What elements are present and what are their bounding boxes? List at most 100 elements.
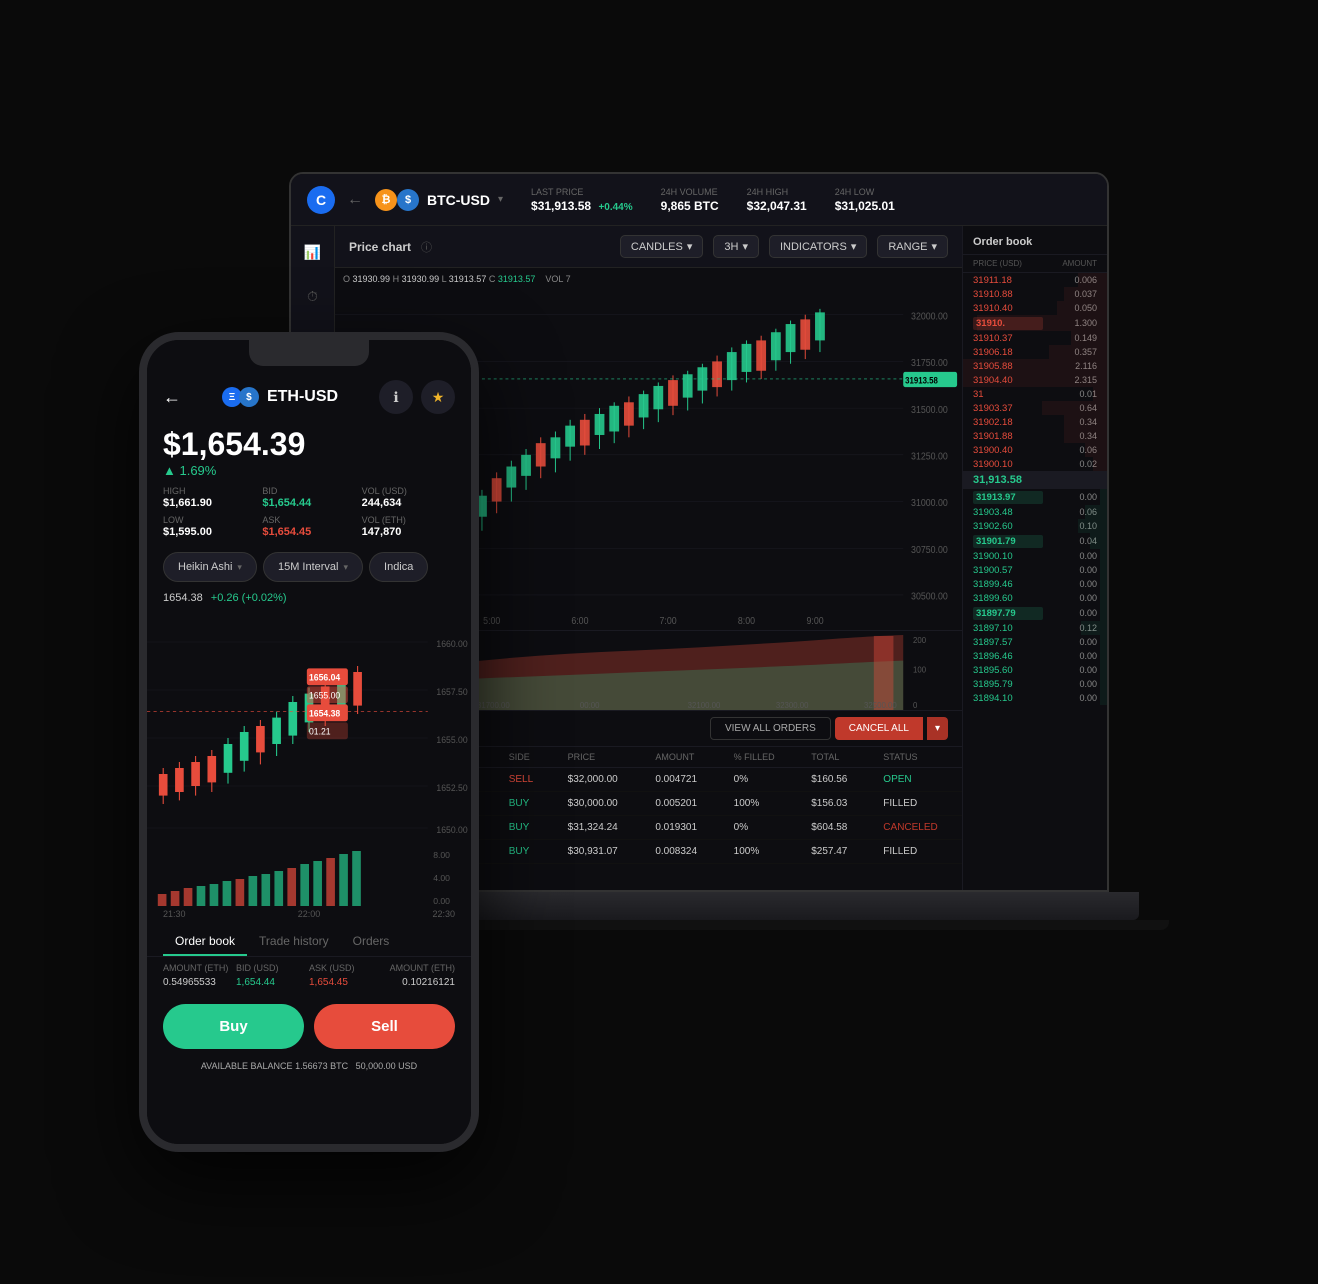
phone-vol-eth-label: VOL (ETH) <box>362 515 455 525</box>
time-label-2: 22:00 <box>298 909 321 919</box>
cancel-all-button[interactable]: CANCEL ALL <box>835 717 923 740</box>
chart-icon[interactable]: 📊 <box>299 238 327 266</box>
cell-filled: 100% <box>720 840 798 864</box>
svg-text:01.21: 01.21 <box>309 726 331 737</box>
ob-ask-price: 31900.40 <box>973 445 1041 456</box>
orderbook-bid-row: 31897.79 0.00 <box>963 605 1107 621</box>
phone-bid-value: $1,654.44 <box>262 497 355 509</box>
phone-vol-eth-value: 147,870 <box>362 526 455 538</box>
ob-bid-price: 31897.10 <box>973 623 1041 634</box>
svg-text:7:00: 7:00 <box>660 615 678 627</box>
svg-text:1660.00: 1660.00 <box>436 638 467 649</box>
interval-button[interactable]: 3H ▾ <box>713 235 759 258</box>
orderbook-ask-row: 31900.10 0.02 <box>963 457 1107 471</box>
indicators-button-mobile[interactable]: Indica <box>369 552 428 582</box>
cancel-chevron-button[interactable]: ▾ <box>927 717 948 740</box>
cell-side: BUY <box>495 840 554 864</box>
svg-text:32500.00: 32500.00 <box>864 701 897 710</box>
volume-value: 9,865 BTC <box>661 199 719 213</box>
phone-ob-amount-l: 0.54965533 <box>163 977 236 988</box>
svg-text:1657.50: 1657.50 <box>436 686 467 697</box>
svg-text:0.00: 0.00 <box>433 896 450 906</box>
svg-text:31913.58: 31913.58 <box>905 375 938 386</box>
phone-pair-info: Ξ $ ETH-USD <box>191 387 369 407</box>
phone-stat-ask: ASK $1,654.45 <box>262 515 355 538</box>
orderbook-bid-row: 31900.57 0.00 <box>963 563 1107 577</box>
phone-screen: ← Ξ $ ETH-USD ℹ ★ $1,654.39 ▲ 1.69% <box>147 340 471 1144</box>
col-status: STATUS <box>869 747 962 768</box>
phone-mini-chart[interactable]: 1660.00 1657.50 1655.00 1652.50 1650.00 … <box>147 606 471 846</box>
col-price: PRICE <box>554 747 642 768</box>
phone-stat-vol-eth: VOL (ETH) 147,870 <box>362 515 455 538</box>
view-all-orders-button[interactable]: VIEW ALL ORDERS <box>710 717 831 740</box>
ob-ask-price: 31910.88 <box>973 289 1041 300</box>
low-value: $31,025.01 <box>835 199 895 213</box>
cell-status: CANCELED <box>869 816 962 840</box>
ob-ask-price: 31910.37 <box>973 333 1041 344</box>
high-value: $32,047.31 <box>747 199 807 213</box>
phone-info-button[interactable]: ℹ <box>379 380 413 414</box>
phone-ob-col-4: Amount (ETH) <box>382 963 455 973</box>
cell-filled: 0% <box>720 816 798 840</box>
tab-orders[interactable]: Orders <box>341 928 402 956</box>
ob-bid-price: 31903.48 <box>973 507 1041 518</box>
phone-low-label: LOW <box>163 515 256 525</box>
ob-price-header: PRICE (USD) <box>973 259 1033 268</box>
orderbook-bid-row: 31897.10 0.12 <box>963 621 1107 635</box>
col-total: TOTAL <box>797 747 869 768</box>
range-button[interactable]: RANGE ▾ <box>877 235 948 258</box>
svg-text:1656.04: 1656.04 <box>309 672 341 683</box>
phone-bid-label: BID <box>262 486 355 496</box>
phone-header-actions: ℹ ★ <box>379 380 455 414</box>
usd-icon: $ <box>397 189 419 211</box>
chart-toolbar: Price chart ⓘ CANDLES ▾ 3H ▾ <box>335 226 962 268</box>
phone-star-button[interactable]: ★ <box>421 380 455 414</box>
phone-chart-price: 1654.38 <box>163 592 203 604</box>
orderbook-ask-row: 31910.37 0.149 <box>963 331 1107 345</box>
phone-stat-low: LOW $1,595.00 <box>163 515 256 538</box>
ob-bid-amount: 0.00 <box>1041 565 1097 575</box>
ob-bid-amount: 0.00 <box>1041 665 1097 675</box>
phone-chart-change: +0.26 (+0.02%) <box>211 592 287 604</box>
svg-text:100: 100 <box>913 665 927 674</box>
phone-ob-col-2: Bid (USD) <box>236 963 309 973</box>
col-filled: % FILLED <box>720 747 798 768</box>
orderbook-bid-row: 31899.60 0.00 <box>963 591 1107 605</box>
phone-chart-controls: Heikin Ashi ▾ 15M Interval ▾ Indica <box>147 544 471 590</box>
ism-interval-button[interactable]: 15M Interval ▾ <box>263 552 363 582</box>
ob-bid-price: 31901.79 <box>973 535 1043 548</box>
back-arrow-icon[interactable]: ← <box>347 191 363 209</box>
phone-stat-high: HIGH $1,661.90 <box>163 486 256 509</box>
orderbook-bid-row: 31901.79 0.04 <box>963 533 1107 549</box>
phone-back-button[interactable]: ← <box>163 387 181 408</box>
spread-price: 31,913.58 <box>973 474 1022 486</box>
svg-text:6:00: 6:00 <box>571 615 589 627</box>
last-price-stat: LAST PRICE $31,913.58 +0.44% <box>531 187 633 213</box>
phone-high-label: HIGH <box>163 486 256 496</box>
tab-order-book[interactable]: Order book <box>163 928 247 956</box>
svg-text:32000.00: 32000.00 <box>911 311 948 323</box>
pair-selector[interactable]: ₿ $ BTC-USD ▾ <box>375 189 503 211</box>
candles-button[interactable]: CANDLES ▾ <box>620 235 704 258</box>
svg-text:32100.00: 32100.00 <box>688 701 721 710</box>
app-logo: C <box>307 186 335 214</box>
btc-icon: ₿ <box>375 189 397 211</box>
indicators-button[interactable]: INDICATORS ▾ <box>769 235 867 258</box>
ob-bid-amount: 0.00 <box>1041 679 1097 689</box>
orderbook-bid-row: 31895.60 0.00 <box>963 663 1107 677</box>
sell-button[interactable]: Sell <box>314 1004 455 1049</box>
orderbook-ask-row: 31905.88 2.116 <box>963 359 1107 373</box>
orderbook-ask-row: 31911.18 0.006 <box>963 273 1107 287</box>
clock-icon[interactable]: ⏱ <box>299 282 327 310</box>
tab-trade-history[interactable]: Trade history <box>247 928 341 956</box>
orderbook-ask-row: 31901.88 0.34 <box>963 429 1107 443</box>
ob-bid-price: 31899.60 <box>973 593 1041 604</box>
buy-button[interactable]: Buy <box>163 1004 304 1049</box>
cell-amount: 0.019301 <box>641 816 719 840</box>
phone-balance: AVAILABLE BALANCE 1.56673 BTC 50,000.00 … <box>147 1059 471 1077</box>
heikin-ashi-button[interactable]: Heikin Ashi ▾ <box>163 552 257 582</box>
high-stat: 24H HIGH $32,047.31 <box>747 187 807 213</box>
orders-actions: VIEW ALL ORDERS CANCEL ALL ▾ <box>710 717 948 740</box>
chevron-down-icon: ▾ <box>237 562 242 573</box>
high-label: 24H HIGH <box>747 187 807 197</box>
